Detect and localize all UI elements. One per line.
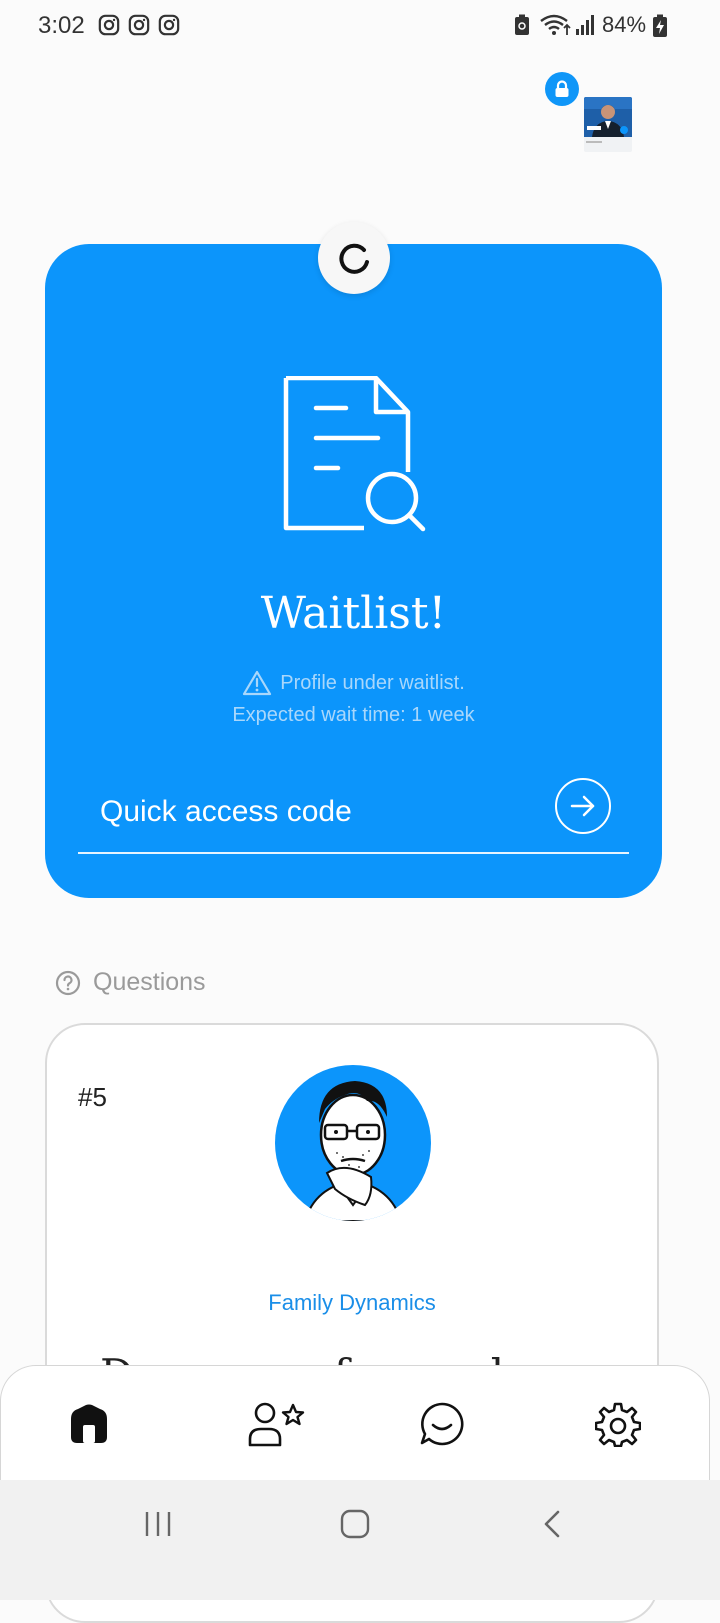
home-icon	[71, 1404, 107, 1443]
quick-access-code-input[interactable]	[100, 792, 540, 832]
system-home-button[interactable]	[325, 1500, 385, 1548]
nav-settings-button[interactable]	[588, 1396, 648, 1452]
settings-gear-icon	[595, 1402, 641, 1447]
waitlist-status: Profile under waitlist.	[45, 670, 662, 696]
home-icon	[340, 1509, 370, 1539]
profile-photo	[584, 97, 632, 143]
questions-header: Questions	[55, 968, 206, 997]
wifi-icon	[540, 14, 571, 35]
recents-button[interactable]	[128, 1500, 188, 1548]
waitlist-title: Waitlist!	[260, 588, 447, 639]
profile-photo-thumbnail[interactable]	[584, 97, 632, 152]
questions-header-label: Questions	[93, 968, 206, 996]
battery-saver-icon	[515, 14, 529, 35]
access-code-underline	[78, 852, 629, 854]
nav-home-button[interactable]	[59, 1396, 119, 1452]
question-category: Family Dynamics	[268, 1290, 436, 1315]
question-avatar	[275, 1065, 431, 1221]
waitlist-eta: Expected wait time: 1 week	[232, 704, 475, 726]
battery-percent: 84%	[602, 12, 647, 37]
user-star-icon	[248, 1402, 305, 1447]
lock-icon	[555, 80, 569, 97]
back-button[interactable]	[523, 1500, 583, 1548]
instagram-icon	[128, 14, 150, 36]
question-circle-icon	[55, 970, 81, 995]
loading-spinner-icon	[339, 243, 369, 274]
access-code-submit-button[interactable]	[555, 778, 611, 834]
recents-icon	[145, 1512, 171, 1536]
battery-charging-icon	[653, 14, 667, 37]
document-search-icon	[283, 376, 426, 532]
instagram-icon	[158, 14, 180, 36]
arrow-right-icon	[570, 795, 595, 817]
instagram-icon	[98, 14, 120, 36]
chat-icon	[420, 1402, 464, 1446]
thinking-man-illustration	[303, 1081, 403, 1221]
signal-icon	[576, 15, 594, 35]
warning-icon	[243, 670, 272, 696]
waitlist-status-text: Profile under waitlist.	[280, 671, 465, 694]
lock-badge[interactable]	[545, 72, 579, 106]
status-time: 3:02	[38, 12, 85, 39]
question-number: #5	[78, 1082, 107, 1112]
back-icon	[544, 1510, 560, 1538]
nav-matches-button[interactable]	[247, 1396, 307, 1452]
loading-spinner	[318, 222, 390, 294]
nav-chat-button[interactable]	[412, 1396, 472, 1452]
